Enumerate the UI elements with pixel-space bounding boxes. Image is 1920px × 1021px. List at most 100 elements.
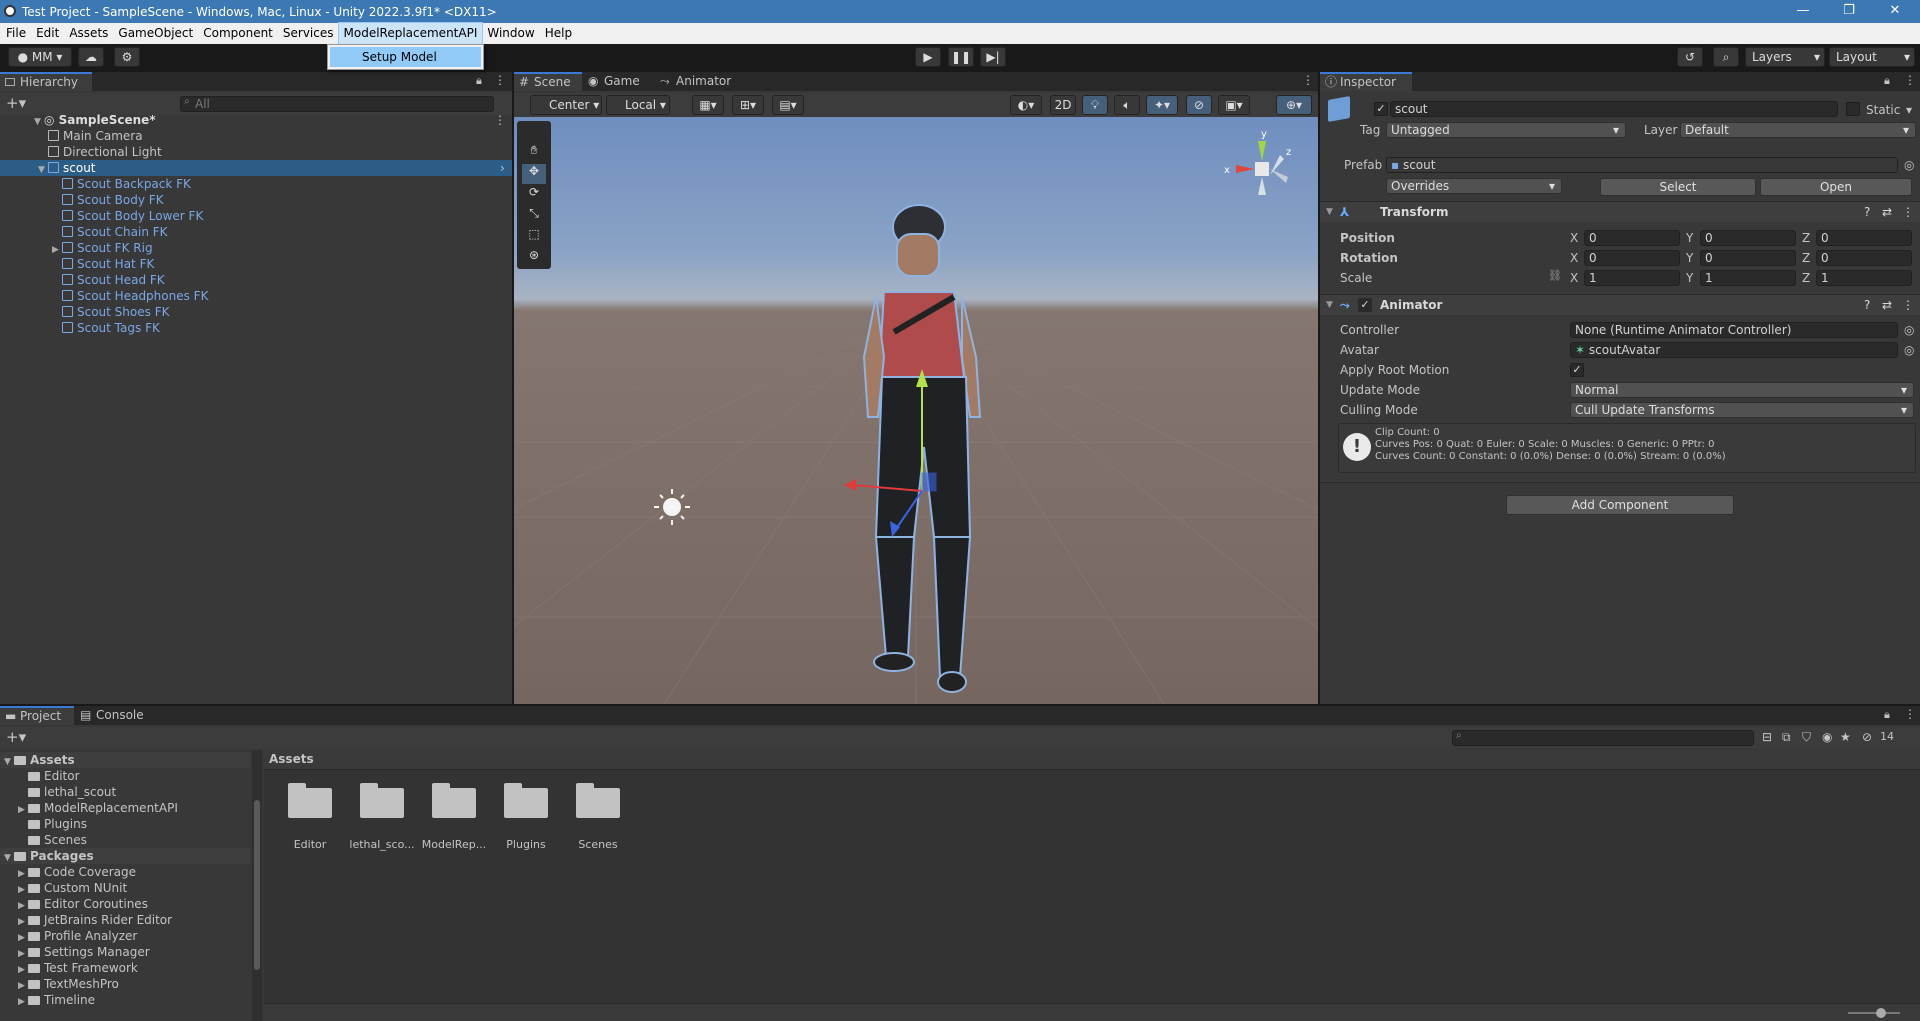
chevron-down-icon[interactable]: ▾ — [1906, 102, 1912, 118]
rotate-tool-icon[interactable]: ⟳ — [522, 185, 546, 205]
project-tree-item[interactable]: ▶ Timeline — [0, 992, 250, 1008]
zoom-slider-thumb[interactable] — [1876, 1008, 1886, 1018]
project-tree-item[interactable]: ▶ JetBrains Rider Editor — [0, 912, 250, 928]
search-button[interactable]: ⌕ — [1713, 47, 1739, 67]
apply-root-motion-checkbox[interactable]: ✓ — [1570, 363, 1584, 377]
hierarchy-item[interactable]: Scout Body FK — [0, 192, 512, 208]
menu-window[interactable]: Window — [482, 23, 539, 44]
tab-project[interactable]: ▬ Project — [0, 706, 74, 725]
update-mode-dropdown[interactable]: Normal ▾ — [1570, 382, 1914, 398]
grid-snap-button[interactable]: ▦▾ — [692, 95, 724, 115]
folder-icon[interactable] — [430, 780, 476, 818]
maximize-button[interactable]: ❐ — [1826, 0, 1872, 23]
search-by-type-icon[interactable]: ⊟ — [1762, 730, 1772, 744]
hand-tool-icon[interactable]: ✋︎ — [522, 143, 546, 163]
close-button[interactable]: ✕ — [1872, 0, 1918, 23]
project-tree-item[interactable]: Editor — [0, 768, 250, 784]
rect-tool-icon[interactable]: ⬚ — [522, 227, 546, 247]
draw-mode-dropdown[interactable]: ◐▾ — [1010, 95, 1042, 115]
folder-icon[interactable] — [502, 780, 548, 818]
hidden-objects-toggle[interactable]: ⊘ — [1186, 95, 1212, 115]
prefab-field[interactable]: ▪ scout — [1386, 157, 1898, 173]
transform-x-input[interactable]: 0 — [1584, 250, 1680, 266]
y-axis-label[interactable]: Y — [1686, 230, 1693, 246]
preset-icon[interactable]: ⇄ — [1882, 295, 1892, 315]
transform-z-input[interactable]: 0 — [1816, 230, 1912, 246]
static-checkbox[interactable] — [1846, 102, 1860, 116]
transform-z-input[interactable]: 0 — [1816, 250, 1912, 266]
tree-scrollbar[interactable] — [252, 750, 262, 1021]
star-icon[interactable]: ★ — [1840, 730, 1851, 744]
add-icon[interactable]: +▾ — [6, 728, 26, 746]
menu-component[interactable]: Component — [198, 23, 278, 44]
folder-icon[interactable] — [358, 780, 404, 818]
hierarchy-item[interactable]: Scout Tags FK — [0, 320, 512, 336]
cloud-button[interactable]: ☁ — [78, 47, 104, 67]
hierarchy-item[interactable]: ▶ Scout FK Rig — [0, 240, 512, 256]
folder-icon[interactable] — [574, 780, 620, 818]
project-tree-item[interactable]: ▼ Assets — [0, 752, 250, 768]
select-button[interactable]: Select — [1600, 178, 1756, 196]
project-tree-item[interactable]: ▶ Profile Analyzer — [0, 928, 250, 944]
menu-item-setup-model[interactable]: Setup Model — [330, 47, 481, 67]
project-tree-item[interactable]: ▶ Code Coverage — [0, 864, 250, 880]
culling-mode-dropdown[interactable]: Cull Update Transforms ▾ — [1570, 402, 1914, 418]
scene-viewport[interactable]: y x z ✋︎ ✥ ⟳ ⤡ ⬚ ⊛ — [514, 117, 1318, 704]
minimize-button[interactable]: — — [1780, 0, 1826, 23]
scrollbar-thumb[interactable] — [254, 800, 260, 970]
gizmos-dropdown[interactable]: ⊕▾ — [1276, 95, 1312, 115]
x-axis-label[interactable]: X — [1570, 250, 1578, 266]
help-icon[interactable]: ? — [1864, 202, 1870, 222]
hierarchy-item[interactable]: Scout Headphones FK — [0, 288, 512, 304]
layout-dropdown[interactable]: Layout ▾ — [1829, 47, 1915, 67]
hierarchy-item[interactable]: Scout Body Lower FK — [0, 208, 512, 224]
link-off-icon[interactable]: ⛓︎ — [1548, 268, 1562, 284]
hierarchy-item[interactable]: Scout Backpack FK — [0, 176, 512, 192]
more-menu-icon[interactable]: ⋮ — [1904, 707, 1916, 721]
hierarchy-item[interactable]: Scout Shoes FK — [0, 304, 512, 320]
breadcrumb-assets[interactable]: Assets — [269, 752, 314, 766]
tab-hierarchy[interactable]: Hierarchy — [0, 72, 92, 91]
filter-icon[interactable]: ⧉ — [1782, 730, 1791, 745]
active-checkbox[interactable]: ✓ — [1374, 102, 1388, 116]
open-button[interactable]: Open — [1760, 178, 1912, 196]
scene-row[interactable]: ▼ ◎ SampleScene* ⋮ — [0, 112, 512, 128]
folder-label[interactable]: Plugins — [489, 838, 563, 851]
asset-label-icon[interactable]: ⛉ — [1802, 730, 1811, 745]
chevron-right-icon[interactable]: ▶ — [18, 994, 28, 1010]
account-dropdown[interactable]: ● MM ▾ — [8, 47, 72, 67]
menu-modelreplacementapi[interactable]: ModelReplacementAPI — [337, 22, 484, 45]
folder-label[interactable]: ModelRep... — [417, 838, 491, 851]
hidden-packages-icon[interactable]: ⊘ — [1862, 730, 1872, 744]
transform-y-input[interactable]: 0 — [1700, 250, 1796, 266]
align-button[interactable]: ▤▾ — [772, 95, 804, 115]
collab-button[interactable]: ⚙ — [114, 47, 140, 67]
controller-field[interactable]: None (Runtime Animator Controller) — [1570, 322, 1898, 338]
target-icon[interactable]: ◎ — [1904, 157, 1914, 173]
more-menu-icon[interactable]: ⋮ — [494, 73, 506, 87]
lighting-toggle[interactable]: 💡︎ — [1082, 95, 1108, 115]
layer-dropdown[interactable]: Default ▾ — [1680, 122, 1916, 138]
x-axis-label[interactable]: X — [1570, 270, 1578, 286]
tag-dropdown[interactable]: Untagged ▾ — [1386, 122, 1626, 138]
transform-y-input[interactable]: 1 — [1700, 270, 1796, 286]
pause-button[interactable]: ❚❚ — [948, 47, 974, 67]
scale-tool-icon[interactable]: ⤡ — [522, 206, 546, 226]
tab-game[interactable]: ◉ Game — [584, 72, 654, 91]
project-tree-item[interactable]: ▶ Settings Manager — [0, 944, 250, 960]
orientation-gizmo[interactable]: y x z — [1224, 129, 1291, 195]
lock-icon[interactable]: 🔒︎ — [1884, 708, 1890, 722]
overrides-dropdown[interactable]: Overrides ▾ — [1386, 178, 1562, 194]
hierarchy-search-input[interactable]: All — [180, 96, 494, 112]
project-tree-item[interactable]: Plugins — [0, 816, 250, 832]
project-tree-item[interactable]: ▼ Packages — [0, 848, 250, 864]
project-search-input[interactable] — [1452, 730, 1754, 746]
tab-scene[interactable]: # Scene — [514, 72, 582, 91]
more-menu-icon[interactable]: ⋮ — [1902, 202, 1914, 222]
camera-dropdown[interactable]: ▣▾ — [1218, 95, 1250, 115]
animator-enabled-checkbox[interactable]: ✓ — [1358, 298, 1372, 312]
lock-icon[interactable]: 🔒︎ — [1884, 74, 1890, 88]
target-icon[interactable]: ◎ — [1904, 322, 1914, 338]
menu-services[interactable]: Services — [278, 23, 339, 44]
object-name-input[interactable]: scout — [1390, 101, 1838, 117]
